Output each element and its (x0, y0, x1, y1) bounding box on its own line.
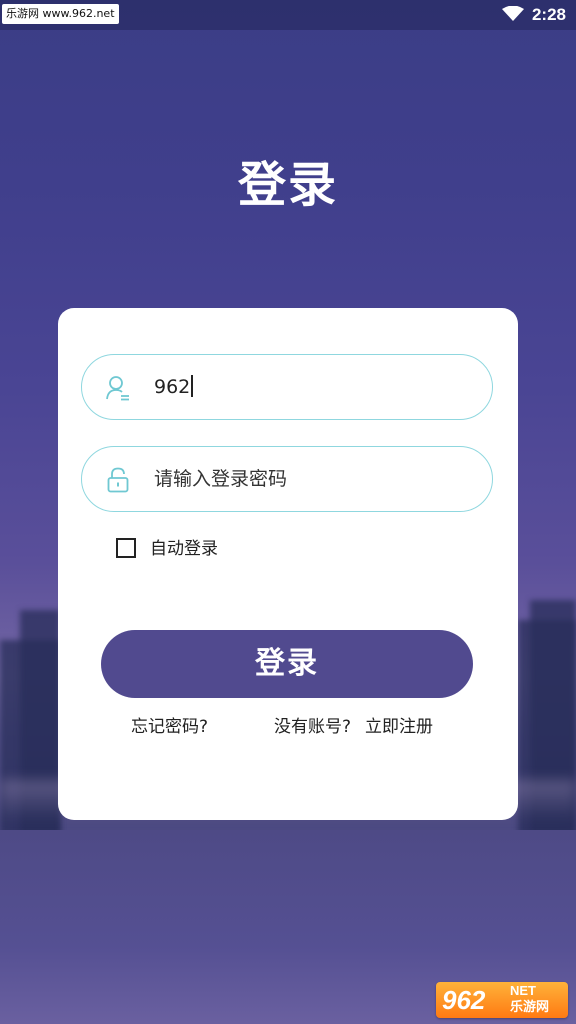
password-placeholder[interactable]: 请输入登录密码 (154, 447, 287, 511)
register-link[interactable]: 立即注册 (365, 714, 433, 740)
logo-net: NET (510, 983, 536, 998)
logo-number: 962 (442, 985, 486, 1015)
auto-login-checkbox[interactable] (116, 538, 136, 558)
user-icon (106, 376, 129, 401)
login-card: 962 请输入登录密码 自动登录 登录 忘记密码? 没有账号? 立即注册 (58, 308, 518, 820)
wifi-icon (502, 6, 524, 21)
no-account-text: 没有账号? (274, 717, 352, 737)
login-button[interactable]: 登录 (101, 630, 473, 698)
site-logo-watermark: 962 NET 乐游网 (436, 982, 568, 1018)
username-value[interactable]: 962 (154, 355, 193, 419)
logo-name: 乐游网 (510, 999, 550, 1014)
site-watermark: 乐游网 www.962.net (2, 4, 119, 24)
username-field[interactable]: 962 (81, 354, 493, 420)
register-row: 没有账号? 立即注册 (274, 714, 433, 740)
lock-icon (107, 467, 129, 493)
text-cursor (191, 375, 193, 397)
status-time: 2:28 (531, 5, 566, 24)
status-bar: 乐游网 www.962.net 2:28 (0, 0, 576, 30)
login-screen: 乐游网 www.962.net 2:28 登录 962 请输入登录密码 自动登录… (0, 0, 576, 1024)
password-field[interactable]: 请输入登录密码 (81, 446, 493, 512)
page-title: 登录 (237, 157, 338, 213)
forgot-password-link[interactable]: 忘记密码? (131, 714, 208, 740)
auto-login-label[interactable]: 自动登录 (150, 537, 218, 561)
